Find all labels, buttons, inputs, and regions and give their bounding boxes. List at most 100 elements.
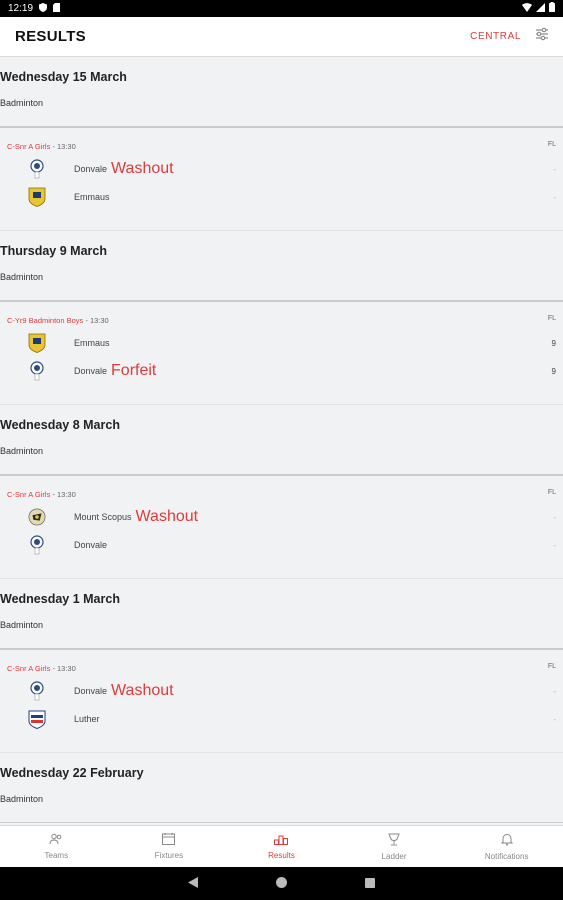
team-name: Mount Scopus <box>74 512 132 522</box>
team-name: Luther <box>74 714 100 724</box>
donvale-logo-icon <box>28 534 46 556</box>
date-title: Wednesday 8 March <box>0 418 120 432</box>
team-score: - <box>553 540 556 550</box>
match-time: - 13:30 <box>50 664 76 673</box>
match-time: - 13:30 <box>50 142 76 151</box>
team-score: - <box>553 192 556 202</box>
nav-label: Ladder <box>381 851 407 861</box>
status-badge: FL <box>547 663 556 670</box>
sport-label: Badminton <box>0 620 44 630</box>
sport-label: Badminton <box>0 272 44 282</box>
team-score: - <box>553 512 556 522</box>
fixtures-icon <box>162 833 176 847</box>
date-title: Wednesday 22 February <box>0 766 144 780</box>
competition-name: C-Yr9 Badminton Boys <box>7 316 84 325</box>
date-title: Wednesday 1 March <box>0 592 120 606</box>
ladder-icon <box>388 833 400 848</box>
donvale-logo-icon <box>28 360 46 382</box>
emmaus-logo-icon <box>28 332 46 354</box>
bottom-nav: Teams Fixtures Results Ladder Notificati… <box>0 825 563 867</box>
scopus-logo-icon <box>28 506 46 528</box>
team-row: Emmaus - <box>28 186 556 208</box>
team-row: Donvale - <box>28 534 556 556</box>
date-group-header: Wednesday 22 February Badminton <box>0 753 563 823</box>
competition-name: C-Snr A Girls <box>7 664 51 673</box>
team-score: - <box>553 714 556 724</box>
competition-name: C-Snr A Girls <box>7 490 51 499</box>
nav-notifications[interactable]: Notifications <box>450 826 563 867</box>
match-header: C-Snr A Girls - 13:30 <box>7 142 76 151</box>
team-name: Emmaus <box>74 338 110 348</box>
match-time: - 13:30 <box>50 490 76 499</box>
status-time: 12:19 <box>8 3 34 14</box>
sport-label: Badminton <box>0 794 44 804</box>
back-icon[interactable] <box>188 875 198 893</box>
match-card[interactable]: C-Yr9 Badminton Boys - 13:30 FL Emmaus 9… <box>0 301 563 405</box>
match-card[interactable]: C-Snr A Girls - 13:30 FL Donvale Washout… <box>0 127 563 231</box>
team-row: Luther - <box>28 708 556 730</box>
sport-label: Badminton <box>0 446 44 456</box>
donvale-logo-icon <box>28 680 46 702</box>
result-note: Washout <box>135 508 199 525</box>
luther-logo-icon <box>28 708 46 730</box>
result-note: Forfeit <box>111 362 157 379</box>
date-title: Thursday 9 March <box>0 244 107 258</box>
shield-icon <box>39 2 48 15</box>
battery-icon <box>549 2 555 15</box>
signal-icon <box>536 2 545 15</box>
teams-icon <box>49 833 63 847</box>
team-name: Donvale <box>74 164 108 174</box>
results-icon <box>274 833 289 847</box>
sd-card-icon <box>53 2 61 15</box>
region-selector[interactable]: CENTRAL <box>470 31 521 42</box>
match-header: C-Yr9 Badminton Boys - 13:30 <box>7 316 109 325</box>
nav-label: Results <box>268 851 295 860</box>
date-group-header: Wednesday 8 March Badminton <box>0 405 563 475</box>
team-score: 9 <box>551 338 556 348</box>
result-note: Washout <box>111 682 174 699</box>
status-badge: FL <box>547 489 556 496</box>
result-note: Washout <box>111 160 174 177</box>
filter-icon[interactable] <box>535 27 549 46</box>
status-badge: FL <box>547 315 556 322</box>
team-score: - <box>553 686 556 696</box>
match-card[interactable]: C-Snr A Girls - 13:30 FL Mount Scopus Wa… <box>0 475 563 579</box>
date-group-header: Wednesday 1 March Badminton <box>0 579 563 649</box>
status-bar: 12:19 <box>0 0 563 17</box>
team-name: Donvale <box>74 686 108 696</box>
status-badge: FL <box>547 141 556 148</box>
team-name: Emmaus <box>74 192 110 202</box>
nav-ladder[interactable]: Ladder <box>338 826 451 867</box>
recents-icon[interactable] <box>365 875 375 893</box>
wifi-icon <box>522 2 532 15</box>
team-score: - <box>553 164 556 174</box>
team-row: Donvale Forfeit 9 <box>28 360 556 382</box>
competition-name: C-Snr A Girls <box>7 142 51 151</box>
team-row: Mount Scopus Washout - <box>28 506 556 528</box>
date-title: Wednesday 15 March <box>0 70 127 84</box>
donvale-logo-icon <box>28 158 46 180</box>
team-row: Donvale Washout - <box>28 158 556 180</box>
nav-teams[interactable]: Teams <box>0 826 113 867</box>
system-nav-bar <box>0 867 563 900</box>
nav-label: Fixtures <box>154 851 184 860</box>
home-icon[interactable] <box>276 875 287 893</box>
team-row: Emmaus 9 <box>28 332 556 354</box>
notifications-icon <box>500 833 513 848</box>
team-name: Donvale <box>74 366 108 376</box>
team-score: 9 <box>551 366 556 376</box>
sport-label: Badminton <box>0 98 44 108</box>
match-header: C-Snr A Girls - 13:30 <box>7 664 76 673</box>
date-group-header: Thursday 9 March Badminton <box>0 231 563 301</box>
nav-results[interactable]: Results <box>225 826 338 867</box>
team-name: Donvale <box>74 540 108 550</box>
match-card[interactable]: C-Snr A Girls - 13:30 FL Donvale Washout… <box>0 649 563 753</box>
nav-label: Teams <box>44 851 69 860</box>
nav-fixtures[interactable]: Fixtures <box>113 826 226 867</box>
match-time: - 13:30 <box>83 316 109 325</box>
nav-label: Notifications <box>484 851 529 861</box>
page-title: RESULTS <box>15 28 86 45</box>
emmaus-logo-icon <box>28 186 46 208</box>
date-group-header: Wednesday 15 March Badminton <box>0 57 563 127</box>
match-header: C-Snr A Girls - 13:30 <box>7 490 76 499</box>
